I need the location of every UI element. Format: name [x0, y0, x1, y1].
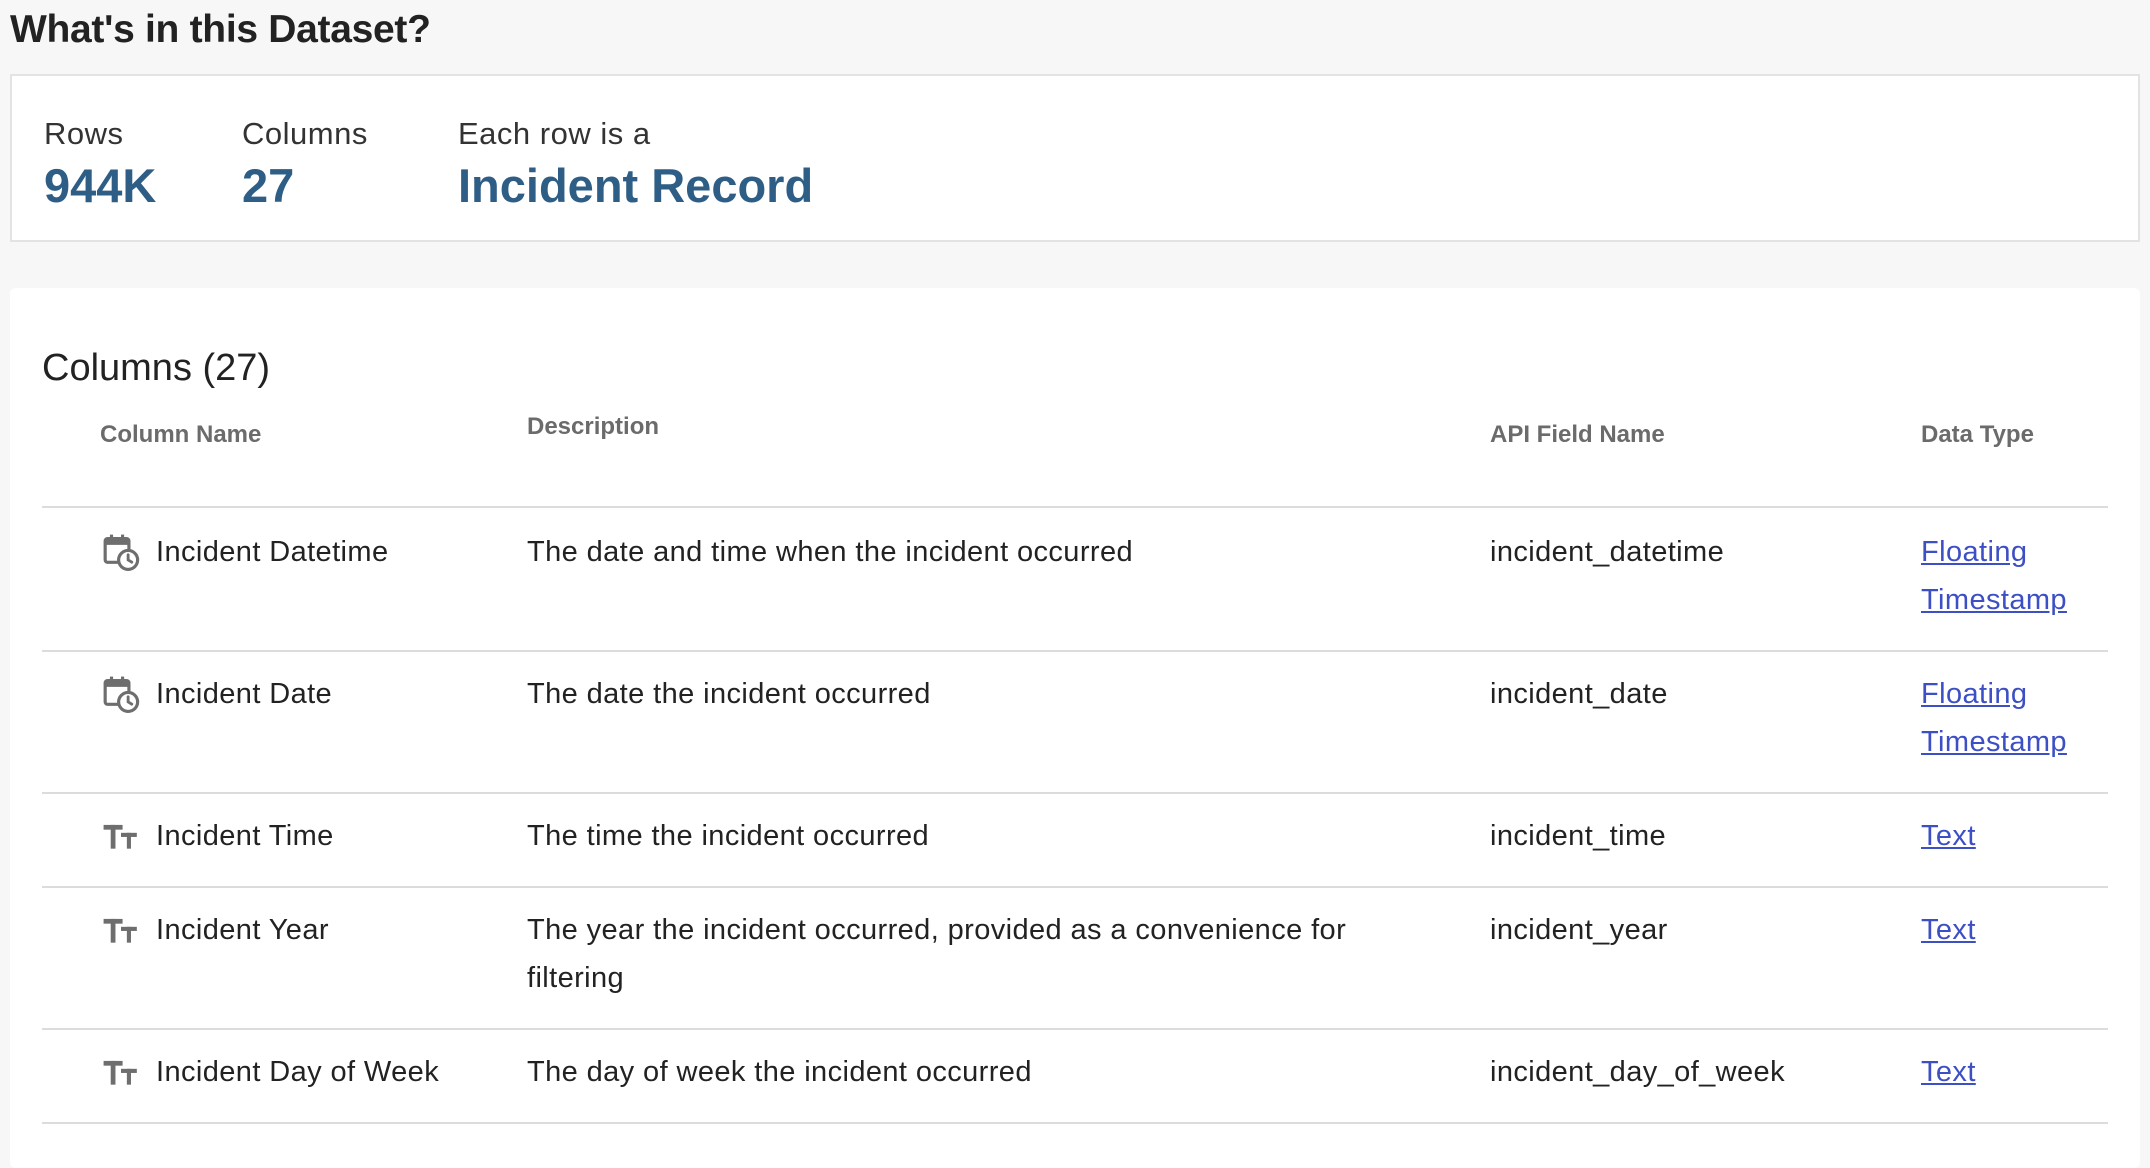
column-name-cell: Incident Date — [156, 678, 333, 710]
row-type-label: Each row is a — [458, 116, 651, 151]
data-type-link-text[interactable]: Text — [1921, 914, 1976, 946]
calendar-clock-icon — [102, 532, 140, 572]
api-field-name-cell: incident_year — [1490, 914, 1668, 946]
api-field-name-cell: incident_date — [1490, 678, 1668, 710]
table-row: Incident Day of Week The day of week the … — [42, 1030, 2108, 1124]
rows-value: 944K — [44, 159, 157, 212]
data-type-link[interactable]: Floating Timestamp — [1921, 528, 2091, 624]
api-field-name-cell: incident_datetime — [1490, 536, 1725, 568]
rows-label: Rows — [44, 116, 124, 151]
data-type-link[interactable]: Text — [1921, 906, 2091, 954]
data-type-link[interactable]: Text — [1921, 812, 2091, 860]
data-type-link[interactable]: Text — [1921, 1048, 2091, 1096]
table-row: Incident Date The date the incident occur… — [42, 652, 2108, 794]
calendar-clock-icon — [102, 674, 140, 714]
columns-label: Columns — [242, 116, 368, 151]
data-type-link-text[interactable]: Text — [1921, 1056, 1976, 1088]
columns-table-header: Column Name Description API Field Name D… — [42, 410, 2108, 508]
columns-heading: Columns (27) — [42, 347, 271, 389]
column-name-cell: Incident Year — [156, 914, 329, 946]
text-type-icon — [102, 1052, 140, 1092]
table-row: Incident Year The year the incident occur… — [42, 888, 2108, 1030]
data-type-link-text[interactable]: Text — [1921, 820, 1976, 852]
text-type-icon — [102, 910, 140, 950]
description-cell: The date and time when the incident occu… — [527, 536, 1134, 568]
data-type-link-text[interactable]: Floating Timestamp — [1921, 536, 2067, 616]
description-header: Description — [527, 413, 660, 440]
api-field-name-cell: incident_day_of_week — [1490, 1056, 1785, 1088]
column-name-cell: Incident Day of Week — [156, 1056, 440, 1088]
description-cell: The year the incident occurred, provided… — [527, 914, 1347, 994]
table-row: Incident Datetime The date and time when … — [42, 510, 2108, 652]
data-type-link[interactable]: Floating Timestamp — [1921, 670, 2091, 766]
columns-stat: Columns 27 — [242, 114, 368, 216]
text-type-icon — [102, 816, 140, 856]
row-type-value: Incident Record — [458, 159, 814, 212]
rows-stat: Rows 944K — [44, 114, 156, 216]
column-name-cell: Incident Time — [156, 820, 334, 852]
description-cell: The time the incident occurred — [527, 820, 930, 852]
description-cell: The date the incident occurred — [527, 678, 931, 710]
column-name-cell: Incident Datetime — [156, 536, 389, 568]
api-field-name-header: API Field Name — [1490, 421, 1665, 448]
table-row: Incident Time The time the incident occur… — [42, 794, 2108, 888]
columns-card: Columns (27) Column Name Description API… — [10, 288, 2140, 1168]
data-type-header: Data Type — [1921, 421, 2034, 448]
column-name-header: Column Name — [100, 421, 262, 448]
api-field-name-cell: incident_time — [1490, 820, 1667, 852]
columns-value: 27 — [242, 159, 295, 212]
dataset-summary-card: Rows 944K Columns 27 Each row is a Incid… — [10, 74, 2140, 242]
row-type-stat: Each row is a Incident Record — [458, 114, 813, 216]
page-title: What's in this Dataset? — [10, 8, 431, 51]
description-cell: The day of week the incident occurred — [527, 1056, 1032, 1088]
data-type-link-text[interactable]: Floating Timestamp — [1921, 678, 2067, 758]
